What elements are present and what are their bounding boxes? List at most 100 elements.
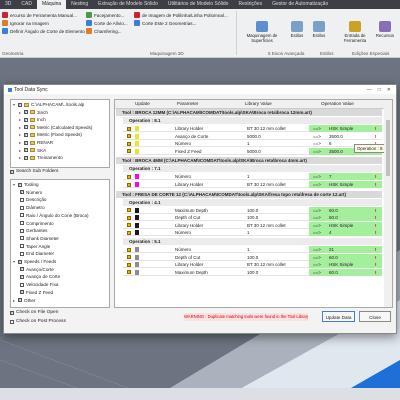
table-row[interactable]: Fixed Z Feed5000.0==>3500.0! — [123, 147, 382, 155]
check-on-file-open-checkbox[interactable]: ✓ — [10, 310, 14, 315]
parameter-checkbox[interactable]: ✓ — [20, 290, 24, 295]
ribbon-button-resources[interactable]: Recursos — [372, 21, 398, 38]
parameter-checkbox[interactable]: ✓ — [20, 267, 24, 272]
tree-parameter-item[interactable]: Gerbantes — [20, 228, 47, 233]
ribbon-button-surface-machining[interactable]: Maquinagem de Superfícies — [240, 21, 284, 43]
parameter-checkbox[interactable]: ✓ — [18, 182, 22, 187]
column-header-operation-value[interactable]: Operation Value — [321, 101, 354, 106]
column-header-update[interactable]: Update — [135, 101, 150, 106]
tree-parameter-item[interactable]: ✓ Avanço de Corte — [20, 274, 60, 279]
minimize-icon[interactable]: — — [367, 87, 372, 93]
ribbon-button-styles-1[interactable]: Estilos — [288, 21, 306, 38]
tree-parameter-item[interactable]: ▾ ✓ Speeds / Feeds — [13, 259, 56, 264]
close-icon[interactable]: ✕ — [387, 87, 391, 93]
ribbon-button-ignore[interactable]: Ignorar na Imagem — [2, 20, 49, 26]
expand-toggle-icon[interactable]: ▸ — [19, 117, 22, 122]
update-checkbox[interactable] — [127, 141, 131, 146]
update-checkbox[interactable] — [127, 126, 131, 131]
check-on-post-option[interactable]: Check on Post Process — [10, 319, 66, 324]
tool-sync-grid[interactable]: Update Parameter Library Value Operation… — [114, 99, 393, 308]
table-row[interactable]: Library Holder BT 30 12 mm collet ==> HSK S… — [123, 181, 382, 188]
update-checkbox[interactable] — [127, 134, 131, 139]
folder-checkbox[interactable]: ✓ — [24, 155, 28, 160]
tool-header-row[interactable]: Tool : FRESA DE CORTE 12 (C:\ALPHACAM\IC… — [116, 190, 382, 198]
check-on-file-open-option[interactable]: ✓ Check on File Open — [10, 310, 58, 315]
parameter-checkbox[interactable] — [20, 197, 24, 202]
parameter-checkbox[interactable]: ✓ — [20, 274, 24, 279]
tree-parameter-item[interactable]: Descrição — [20, 197, 46, 202]
folder-checkbox[interactable]: ✓ — [24, 140, 28, 145]
update-checkbox[interactable] — [127, 208, 131, 213]
folder-checkbox[interactable]: ✓ — [24, 117, 28, 122]
tree-parameter-item[interactable]: ✓ Avanço/Corte — [20, 267, 54, 272]
parameter-checkbox[interactable] — [20, 282, 24, 287]
expand-toggle-icon[interactable]: ▾ — [13, 182, 16, 187]
menu-item[interactable]: Gestor de Automatização — [267, 0, 333, 9]
update-checkbox[interactable] — [127, 182, 131, 187]
tree-parameter-item[interactable]: ✓ Número — [20, 190, 42, 195]
table-row[interactable]: Maximum Depth 100.0 ==> 60.0! — [123, 206, 382, 214]
tree-parameter-item[interactable]: ✓ Fixed Z Feed — [20, 290, 53, 295]
tree-parameter-item[interactable]: Comprimento — [20, 221, 54, 226]
update-checkbox[interactable] — [127, 230, 131, 235]
search-subfolders-option[interactable]: ✓ Search Sub Folders — [10, 169, 58, 174]
menu-item[interactable]: CAD — [16, 0, 37, 9]
folder-checkbox[interactable]: ✓ — [24, 110, 28, 115]
maximize-icon[interactable]: □ — [378, 87, 381, 93]
column-header-parameter[interactable]: Parameter — [177, 101, 198, 106]
menu-item[interactable]: 3D — [0, 0, 16, 9]
update-checkbox[interactable] — [127, 174, 131, 179]
ribbon-button-manual-toolpath[interactable]: ercurso de Ferramenta Manual... — [2, 12, 77, 18]
update-checkbox[interactable] — [127, 223, 131, 228]
parameter-checkbox[interactable] — [20, 236, 24, 241]
library-folder-tree[interactable]: ▾ ✓ C:\ALPHACAM\..\tools.alp ▸ ✓ 3inch ▸ ✓ Inch ▸… — [10, 99, 110, 168]
tree-parameter-item[interactable]: End Diameter — [20, 251, 54, 256]
close-button[interactable]: Close — [359, 311, 391, 322]
parameter-checkbox[interactable]: ✓ — [18, 298, 22, 302]
menu-item[interactable]: Máquina — [36, 0, 67, 9]
table-row[interactable]: Library Holder BT 30 12 mm collet ==> HSK S… — [123, 261, 382, 269]
tree-parameter-item[interactable]: Velocidade Fixa — [20, 282, 58, 287]
parameter-checkbox[interactable]: ✓ — [20, 190, 24, 195]
column-header-library-value[interactable]: Library Value — [245, 101, 272, 106]
operation-header-row[interactable]: Operation : 8.1 — [123, 117, 382, 124]
expand-toggle-icon[interactable]: ▸ — [19, 155, 22, 160]
update-checkbox[interactable] — [127, 262, 131, 267]
ribbon-button-relief-cut[interactable]: Corte de Alívio... — [86, 20, 128, 26]
tree-folder-item[interactable]: ▸ ✓ Inch — [19, 117, 46, 122]
tree-parameter-item[interactable]: ▸ ✓ Other — [13, 298, 36, 303]
grid-scrollbar[interactable] — [384, 108, 392, 307]
ribbon-button-facing[interactable]: Facejamento... — [86, 12, 124, 18]
update-checkbox[interactable] — [127, 255, 131, 260]
table-row[interactable]: Depth of Cut 100.0 ==> 60.0! — [123, 214, 382, 222]
menu-item[interactable]: Restrições — [233, 0, 267, 9]
update-checkbox[interactable] — [127, 215, 131, 220]
scrollbar-thumb[interactable] — [386, 120, 390, 176]
tree-folder-item[interactable]: ▾ ✓ C:\ALPHACAM\..\tools.alp — [13, 102, 84, 107]
operation-header-row[interactable]: Operation : 5.1 — [123, 238, 382, 245]
tree-folder-item[interactable]: ▸ ✓ RENAR — [19, 140, 53, 145]
folder-checkbox[interactable]: ✓ — [24, 132, 28, 137]
tree-folder-item[interactable]: ▸ ✓ Metric (Calculated Speeds) — [19, 125, 92, 130]
tree-parameter-item[interactable]: ▾ ✓ Tooling — [13, 182, 39, 187]
expand-toggle-icon[interactable]: ▸ — [19, 140, 22, 145]
parameter-checkbox[interactable] — [20, 244, 24, 249]
parameter-checkbox[interactable] — [20, 205, 24, 210]
update-checkbox[interactable] — [127, 270, 131, 275]
tool-header-row[interactable]: Tool : BROCA 4MM (C:\ALPHACAM\ICOMDAT\to… — [116, 157, 382, 165]
parameter-tree[interactable]: ▾ ✓ Tooling ✓ Número Descrição Diâmetro Raio / … — [10, 179, 110, 308]
tree-parameter-item[interactable]: Shank Diameter — [20, 236, 59, 241]
menu-item[interactable]: Extração de Modelo Sólido — [93, 0, 163, 9]
table-row[interactable]: Avanço de Corte 5000.0 ==> 3500.0! — [123, 133, 382, 140]
ribbon-button-cut-between-geometries[interactable]: Corte Este 2 Geometrias... — [134, 20, 196, 26]
parameter-checkbox[interactable] — [20, 251, 24, 256]
table-row[interactable]: Número 1 ==> 4! — [123, 229, 382, 237]
table-row[interactable]: Número1==>8! — [123, 140, 382, 148]
update-checkbox[interactable] — [127, 149, 131, 154]
update-checkbox[interactable] — [127, 247, 131, 252]
ribbon-button-cut-angle[interactable]: Definir Ângulo de Corte de Elemento — [2, 28, 85, 34]
parameter-checkbox[interactable] — [20, 228, 24, 233]
tree-folder-item[interactable]: ▸ ✓ 3inch — [19, 110, 48, 115]
tree-parameter-item[interactable]: Diâmetro — [20, 205, 45, 210]
operation-header-row[interactable]: Operation : 7.1 — [123, 165, 382, 173]
